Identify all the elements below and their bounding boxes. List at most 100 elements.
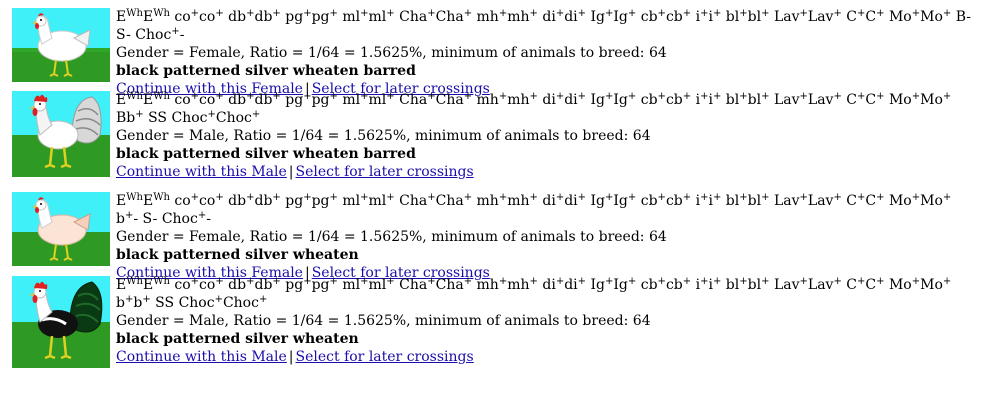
allele-superscript: + xyxy=(911,192,921,203)
allele-superscript: + xyxy=(386,276,395,287)
allele-superscript: + xyxy=(329,91,338,102)
allele-superscript: + xyxy=(190,192,200,203)
allele-superscript: + xyxy=(682,8,692,19)
allele-superscript: + xyxy=(577,192,587,203)
allele-superscript: Wh xyxy=(153,91,170,102)
genotype-text: EWhEWh co+co+ db+db+ pg+pg+ ml+ml+ Cha+C… xyxy=(116,276,952,312)
allele-superscript: + xyxy=(427,8,436,19)
select-for-later-link[interactable]: Select for later crossings xyxy=(296,349,474,365)
genotype-text: EWhEWh co+co+ db+db+ pg+pg+ ml+ml+ Cha+C… xyxy=(116,91,952,127)
allele-superscript: + xyxy=(700,91,709,102)
allele-superscript: + xyxy=(386,91,395,102)
allele-superscript: + xyxy=(303,192,312,203)
allele-superscript: + xyxy=(942,8,952,19)
allele-superscript: Wh xyxy=(126,192,143,203)
allele-superscript: + xyxy=(498,276,508,287)
allele-superscript: + xyxy=(427,91,436,102)
allele-superscript: + xyxy=(463,192,473,203)
allele-superscript: + xyxy=(135,109,144,120)
allele-superscript: + xyxy=(627,276,637,287)
allele-superscript: + xyxy=(171,26,180,37)
allele-superscript: + xyxy=(272,91,281,102)
allele-superscript: + xyxy=(712,91,722,102)
allele-superscript: + xyxy=(251,109,261,120)
action-links: Continue with this Male | Select for later… xyxy=(116,348,976,366)
allele-superscript: + xyxy=(712,276,722,287)
allele-superscript: + xyxy=(712,192,722,203)
allele-superscript: + xyxy=(463,8,473,19)
allele-superscript: + xyxy=(360,192,369,203)
link-separator: | xyxy=(288,349,294,365)
allele-superscript: + xyxy=(657,192,666,203)
allele-superscript: + xyxy=(911,8,921,19)
allele-superscript: + xyxy=(386,192,395,203)
phenotype-label: black patterned silver wheaten barred xyxy=(116,146,416,162)
allele-superscript: + xyxy=(215,192,224,203)
allele-superscript: + xyxy=(700,276,709,287)
allele-superscript: + xyxy=(857,276,866,287)
allele-superscript: + xyxy=(215,91,224,102)
allele-superscript: + xyxy=(942,91,952,102)
allele-superscript: + xyxy=(427,276,436,287)
entry-info: EWhEWh co+co+ db+db+ pg+pg+ ml+ml+ Cha+C… xyxy=(116,276,976,366)
allele-superscript: + xyxy=(857,192,866,203)
allele-superscript: + xyxy=(142,294,151,305)
allele-superscript: + xyxy=(197,210,207,221)
allele-superscript: + xyxy=(833,91,842,102)
allele-superscript: + xyxy=(329,276,338,287)
allele-superscript: + xyxy=(700,8,709,19)
allele-superscript: + xyxy=(215,8,224,19)
allele-superscript: Wh xyxy=(126,8,143,19)
allele-superscript: + xyxy=(246,276,255,287)
allele-superscript: + xyxy=(942,276,952,287)
allele-superscript: + xyxy=(857,91,866,102)
allele-superscript: + xyxy=(360,276,369,287)
continue-with-male-link[interactable]: Continue with this Male xyxy=(116,164,287,180)
allele-superscript: + xyxy=(207,109,216,120)
allele-superscript: + xyxy=(876,8,885,19)
entry-info: EWhEWh co+co+ db+db+ pg+pg+ ml+ml+ Cha+C… xyxy=(116,192,976,282)
allele-superscript: + xyxy=(577,8,587,19)
allele-superscript: + xyxy=(303,276,312,287)
allele-superscript: + xyxy=(246,8,255,19)
allele-superscript: + xyxy=(700,192,709,203)
allele-superscript: + xyxy=(463,91,473,102)
allele-superscript: + xyxy=(627,192,637,203)
allele-superscript: + xyxy=(876,91,885,102)
allele-superscript: + xyxy=(498,91,508,102)
allele-superscript: + xyxy=(555,276,565,287)
genotype-text: EWhEWh co+co+ db+db+ pg+pg+ ml+ml+ Cha+C… xyxy=(116,8,972,44)
allele-superscript: + xyxy=(386,8,395,19)
allele-superscript: + xyxy=(911,91,921,102)
allele-superscript: + xyxy=(739,91,748,102)
allele-superscript: + xyxy=(360,91,369,102)
allele-superscript: + xyxy=(761,91,770,102)
allele-superscript: + xyxy=(577,91,587,102)
hen-white-icon xyxy=(12,8,110,82)
phenotype-label: black patterned silver wheaten xyxy=(116,331,359,347)
allele-superscript: + xyxy=(942,192,952,203)
allele-superscript: + xyxy=(190,276,200,287)
allele-superscript: + xyxy=(712,8,722,19)
continue-with-male-link[interactable]: Continue with this Male xyxy=(116,349,287,365)
allele-superscript: + xyxy=(799,276,808,287)
allele-superscript: + xyxy=(682,276,692,287)
select-for-later-link[interactable]: Select for later crossings xyxy=(296,164,474,180)
allele-superscript: + xyxy=(605,91,614,102)
gender-ratio-text: Gender = Female, Ratio = 1/64 = 1.5625%,… xyxy=(116,45,667,61)
allele-superscript: + xyxy=(857,8,866,19)
allele-superscript: + xyxy=(329,192,338,203)
allele-superscript: + xyxy=(876,192,885,203)
allele-superscript: + xyxy=(627,91,637,102)
allele-superscript: + xyxy=(246,192,255,203)
allele-superscript: + xyxy=(272,192,281,203)
rooster-grey-icon xyxy=(12,91,110,177)
allele-superscript: + xyxy=(657,91,666,102)
allele-superscript: + xyxy=(529,91,538,102)
rooster-black-icon xyxy=(12,276,110,368)
allele-superscript: + xyxy=(657,8,666,19)
allele-superscript: Wh xyxy=(153,276,170,287)
allele-superscript: + xyxy=(876,276,885,287)
allele-superscript: + xyxy=(761,8,770,19)
allele-superscript: Wh xyxy=(153,192,170,203)
